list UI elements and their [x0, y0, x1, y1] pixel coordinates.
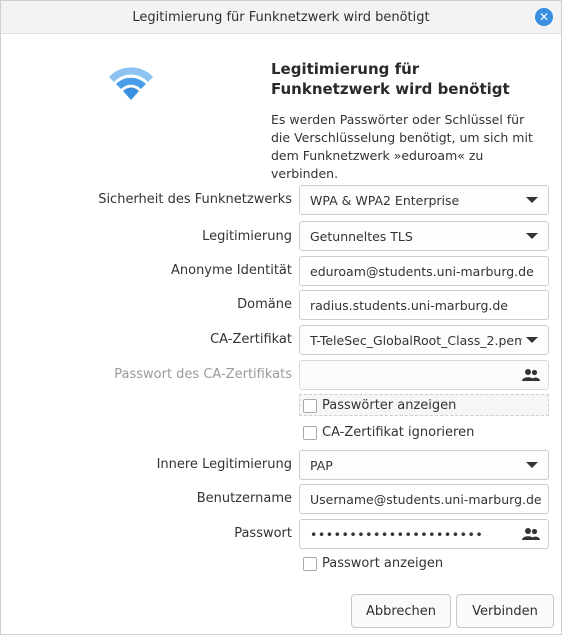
show-password-checkbox[interactable]: Passwort anzeigen — [303, 556, 443, 571]
checkbox-box[interactable] — [303, 425, 317, 440]
domain-label: Domäne — [237, 297, 292, 312]
close-button[interactable]: ✕ — [535, 8, 553, 26]
users-icon[interactable] — [522, 527, 540, 541]
chevron-down-icon — [526, 233, 538, 239]
window-title: Legitimierung für Funknetzwerk wird benö… — [132, 9, 430, 25]
ca-password-input[interactable] — [299, 360, 549, 390]
ca-cert-select[interactable]: T-TeleSec_GlobalRoot_Class_2.pem — [299, 325, 549, 355]
username-value: Username@students.uni-marburg.de — [310, 491, 542, 507]
inner-auth-label: Innere Legitimierung — [156, 457, 292, 472]
anon-identity-value: eduroam@students.uni-marburg.de — [310, 263, 534, 279]
inner-auth-value: PAP — [310, 457, 333, 473]
ca-password-label: Passwort des CA-Zertifikats — [114, 367, 292, 382]
checkbox-box[interactable] — [303, 398, 317, 413]
chevron-down-icon — [526, 337, 538, 343]
show-password-label: Passwort anzeigen — [322, 556, 444, 571]
security-label: Sicherheit des Funknetzwerks — [98, 192, 292, 207]
chevron-down-icon — [526, 462, 538, 468]
domain-value: radius.students.uni-marburg.de — [310, 297, 508, 313]
users-icon[interactable] — [522, 368, 540, 382]
auth-select[interactable]: Getunneltes TLS — [299, 221, 549, 251]
password-value: •••••••••••••••••••••• — [310, 526, 484, 542]
anon-identity-input[interactable]: eduroam@students.uni-marburg.de — [299, 256, 549, 286]
username-input[interactable]: Username@students.uni-marburg.de — [299, 484, 549, 514]
username-label: Benutzername — [196, 491, 292, 506]
close-icon: ✕ — [538, 10, 550, 24]
checkbox-box[interactable] — [303, 556, 317, 571]
dialog-heading: Legitimierung für Funknetzwerk wird benö… — [271, 60, 510, 98]
ignore-ca-checkbox[interactable]: CA-Zertifikat ignorieren — [303, 425, 474, 440]
password-label: Passwort — [234, 526, 292, 541]
show-passwords-label: Passwörter anzeigen — [322, 398, 457, 413]
ca-cert-value: T-TeleSec_GlobalRoot_Class_2.pem — [310, 332, 522, 348]
auth-value: Getunneltes TLS — [310, 228, 413, 244]
connect-button[interactable]: Verbinden — [456, 594, 554, 628]
title-bar[interactable]: Legitimierung für Funknetzwerk wird benö… — [1, 1, 561, 34]
ignore-ca-label: CA-Zertifikat ignorieren — [322, 425, 475, 440]
chevron-down-icon — [526, 197, 538, 203]
domain-input[interactable]: radius.students.uni-marburg.de — [299, 290, 549, 320]
show-passwords-checkbox[interactable]: Passwörter anzeigen — [303, 398, 456, 413]
wifi-icon — [109, 67, 153, 100]
auth-label: Legitimierung — [202, 229, 292, 244]
security-select[interactable]: WPA & WPA2 Enterprise — [299, 185, 549, 215]
anon-identity-label: Anonyme Identität — [170, 263, 292, 278]
security-value: WPA & WPA2 Enterprise — [310, 192, 460, 208]
ca-cert-label: CA-Zertifikat — [210, 332, 292, 347]
auth-dialog: Legitimierung für Funknetzwerk wird benö… — [0, 0, 562, 635]
cancel-button[interactable]: Abbrechen — [351, 594, 451, 628]
password-input[interactable]: •••••••••••••••••••••• — [299, 519, 549, 549]
inner-auth-select[interactable]: PAP — [299, 450, 549, 480]
dialog-description: Es werden Passwörter oder Schlüssel für … — [271, 112, 533, 181]
